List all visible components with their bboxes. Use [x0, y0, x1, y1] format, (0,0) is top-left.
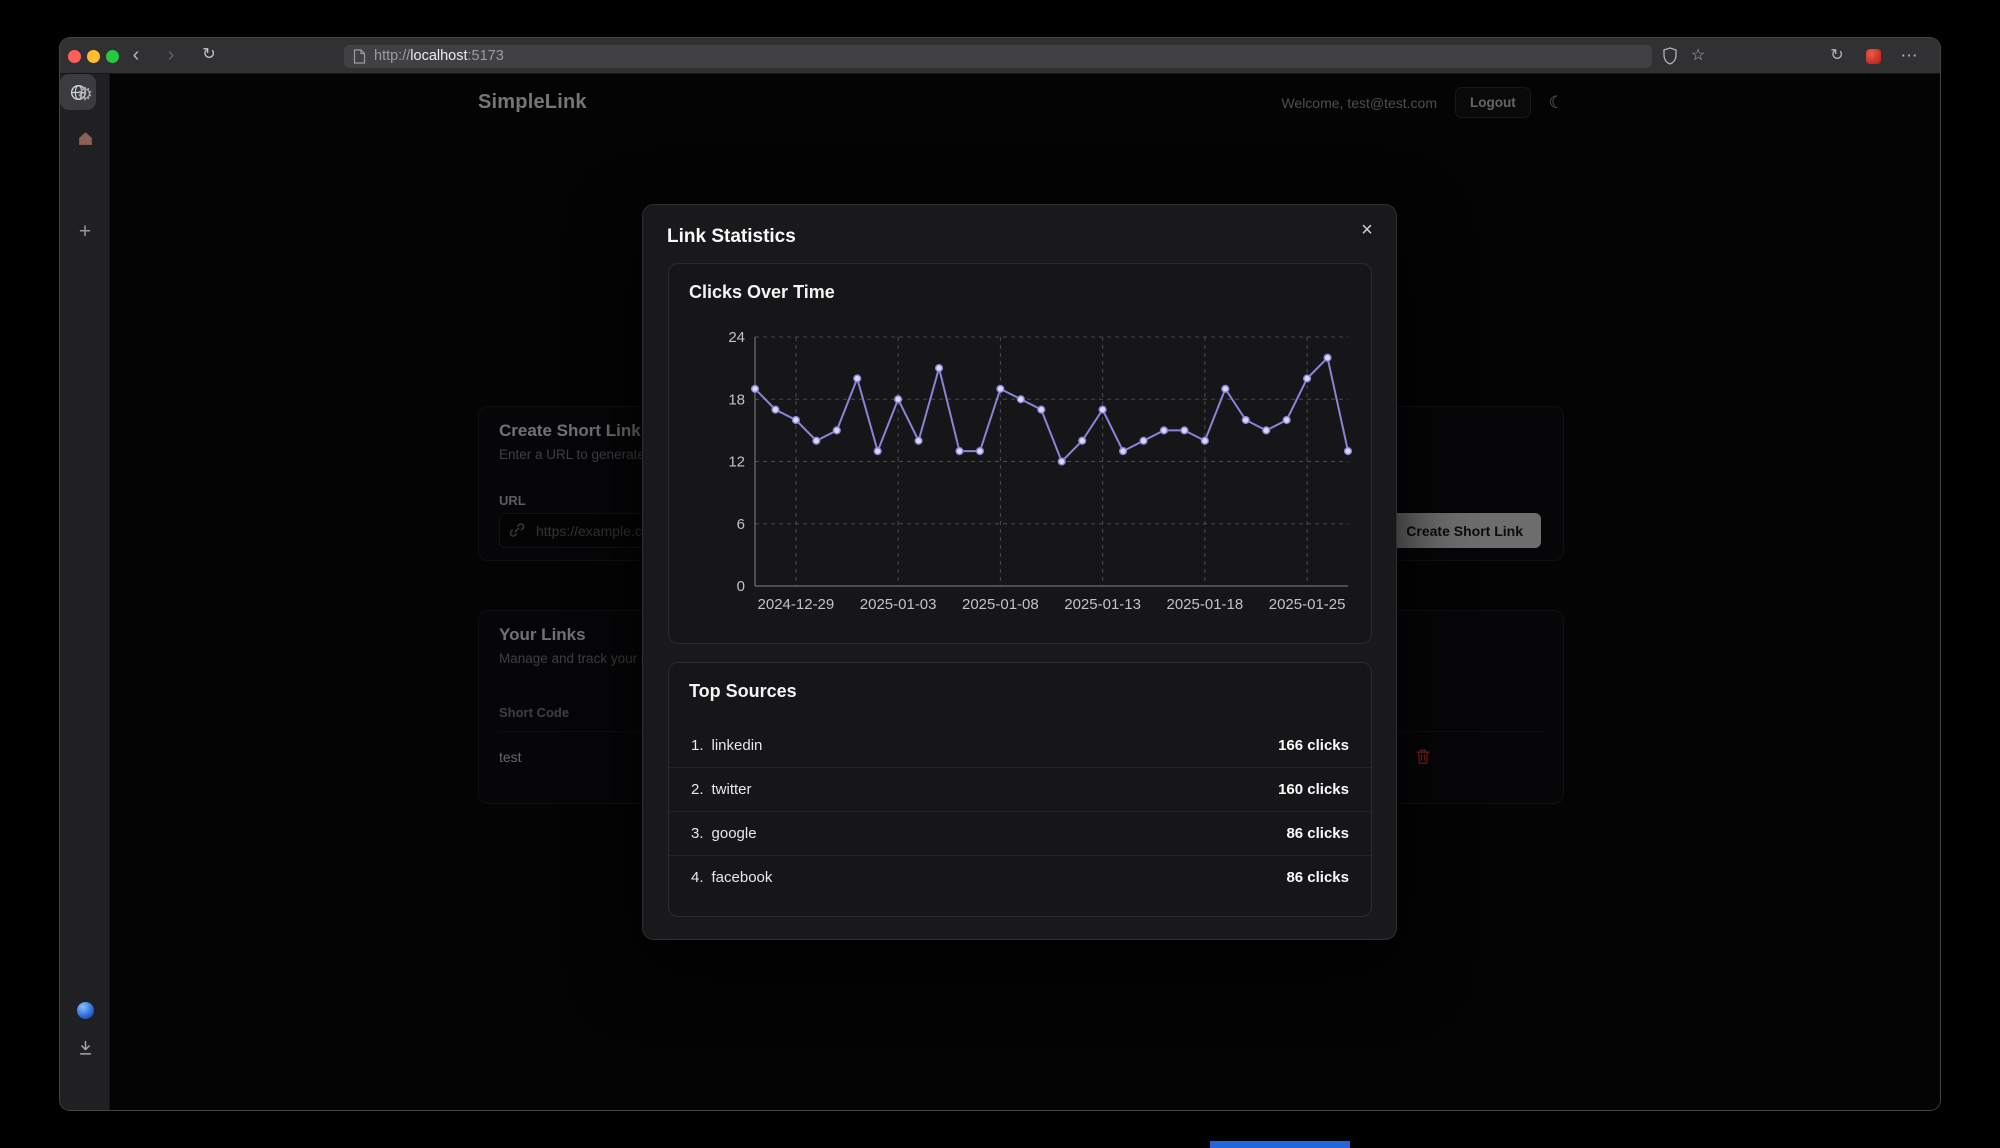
source-rank: 4. — [691, 869, 704, 886]
sources-list: 1. linkedin 166 clicks 2. twitter 160 cl… — [669, 723, 1371, 899]
background-window-sliver — [1210, 1141, 1350, 1148]
forward-button[interactable]: › — [160, 38, 182, 74]
page-icon — [353, 49, 366, 64]
browser-window: ‹ › ↻ http://localhost:5173 ☆ ↻ ⋯ ⚙ — [60, 38, 1940, 1110]
svg-text:2025-01-03: 2025-01-03 — [860, 596, 937, 613]
clicks-over-time-chart: 0 6 12 18 24 2024-12-29 2025-01-03 2025-01-08 20… — [669, 314, 1373, 626]
back-button[interactable]: ‹ — [125, 38, 147, 74]
svg-text:2025-01-18: 2025-01-18 — [1166, 596, 1243, 613]
reload-button[interactable]: ↻ — [198, 38, 220, 74]
source-row: 3. google 86 clicks — [669, 811, 1371, 855]
svg-text:2025-01-25: 2025-01-25 — [1269, 596, 1346, 613]
source-clicks: 160 clicks — [1278, 781, 1349, 798]
source-row: 4. facebook 86 clicks — [669, 855, 1371, 899]
url-text: http://localhost:5173 — [374, 48, 504, 64]
chart-title: Clicks Over Time — [689, 282, 835, 303]
source-clicks: 166 clicks — [1278, 737, 1349, 754]
svg-text:2024-12-29: 2024-12-29 — [758, 596, 835, 613]
svg-text:2025-01-13: 2025-01-13 — [1064, 596, 1141, 613]
minimize-window-button[interactable] — [87, 50, 100, 63]
source-clicks: 86 clicks — [1286, 825, 1349, 842]
source-rank: 3. — [691, 825, 704, 842]
downloads-button[interactable] — [60, 1040, 110, 1061]
source-name: facebook — [712, 869, 773, 886]
browser-sidebar: ⚙ + — [60, 74, 110, 1110]
address-bar[interactable]: http://localhost:5173 — [344, 45, 1652, 68]
svg-text:12: 12 — [728, 454, 745, 471]
svg-text:6: 6 — [737, 516, 745, 533]
home-icon — [77, 130, 94, 146]
svg-text:18: 18 — [728, 391, 745, 408]
browser-toolbar: ‹ › ↻ http://localhost:5173 ☆ ↻ ⋯ — [60, 38, 1940, 74]
new-tab-button[interactable]: + — [60, 220, 110, 244]
modal-title: Link Statistics — [667, 226, 796, 248]
page-viewport: SimpleLink Welcome, test@test.com Logout… — [110, 74, 1940, 1110]
source-rank: 1. — [691, 737, 704, 754]
settings-gear-icon[interactable]: ⚙ — [60, 84, 110, 105]
source-name: google — [712, 825, 757, 842]
adblock-extension-icon[interactable] — [1866, 49, 1881, 64]
download-icon — [77, 1040, 94, 1056]
svg-text:2025-01-08: 2025-01-08 — [962, 596, 1039, 613]
globe-sphere-icon[interactable] — [77, 1002, 94, 1019]
close-modal-button[interactable]: × — [1352, 215, 1382, 245]
link-statistics-modal: Link Statistics × Clicks Over Time 0 6 12 1… — [642, 204, 1397, 940]
source-rank: 2. — [691, 781, 704, 798]
svg-text:24: 24 — [728, 329, 745, 346]
top-sources-card: Top Sources 1. linkedin 166 clicks 2. tw… — [668, 662, 1372, 917]
svg-text:0: 0 — [737, 578, 745, 595]
clicks-over-time-card: Clicks Over Time 0 6 12 18 24 2024-12-29 2025-… — [668, 263, 1372, 644]
zoom-window-button[interactable] — [106, 50, 119, 63]
close-icon: × — [1361, 219, 1373, 241]
pinned-tab-home[interactable] — [60, 130, 110, 151]
source-name: twitter — [712, 781, 752, 798]
source-clicks: 86 clicks — [1286, 869, 1349, 886]
sync-icon[interactable]: ↻ — [1826, 38, 1848, 74]
menu-icon[interactable]: ⋯ — [1898, 38, 1920, 74]
source-row: 2. twitter 160 clicks — [669, 767, 1371, 811]
top-sources-title: Top Sources — [689, 681, 797, 702]
tracking-protection-shield-icon[interactable] — [1661, 47, 1679, 65]
source-name: linkedin — [712, 737, 763, 754]
bookmark-star-icon[interactable]: ☆ — [1687, 38, 1709, 74]
source-row: 1. linkedin 166 clicks — [669, 723, 1371, 767]
close-window-button[interactable] — [68, 50, 81, 63]
